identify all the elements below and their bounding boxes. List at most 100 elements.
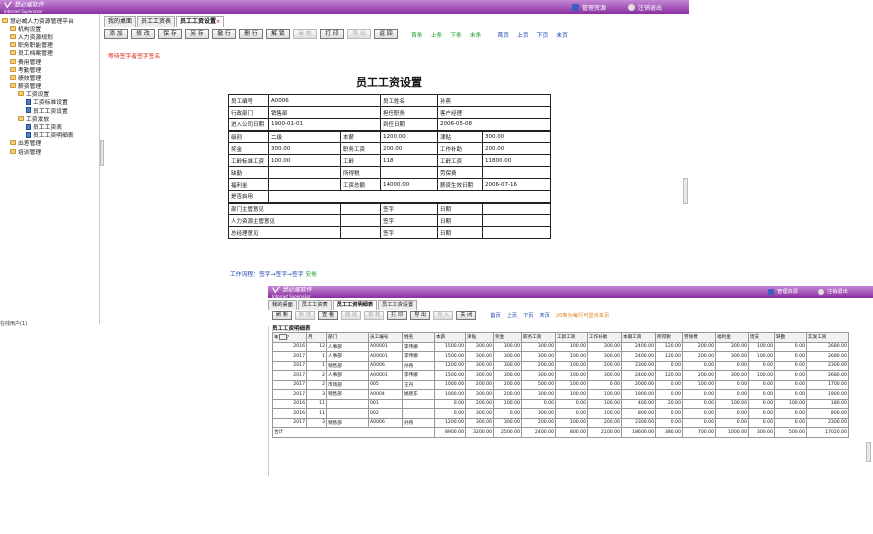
detail-page-nav-link[interactable]: 首页 — [490, 312, 500, 319]
record-nav-link[interactable]: 末条 — [470, 30, 482, 39]
table-row[interactable]: 2016 11 001 0.00 200.00 100.00 0.00 0.00 100.00 4… — [272, 398, 849, 409]
detail-scroll-handle[interactable] — [866, 442, 871, 462]
total-field[interactable]: 14000.00 — [380, 178, 439, 191]
record-nav-link[interactable]: 上条 — [431, 30, 443, 39]
welfare-field[interactable] — [268, 178, 341, 191]
detail-tab-item[interactable]: 员工工资明细表 — [332, 300, 378, 310]
enabled-field[interactable] — [267, 190, 552, 203]
table-row[interactable]: 2017 2 市场部 005 王丹 1000.00 200.00 200.00 500.00 10… — [272, 379, 849, 390]
toolbar-button[interactable]: 返 回 — [374, 29, 398, 39]
column-header[interactable]: 所得税 — [655, 332, 683, 343]
table-row[interactable]: 2016 12 人事部 A00001 李伟娜 1500.00 300.00 300.00 300… — [272, 341, 849, 352]
column-header[interactable]: 员工编号 — [368, 332, 403, 343]
toolbar-button[interactable]: 另 存 — [185, 29, 209, 39]
detail-toolbar-button[interactable]: 关 闭 — [456, 311, 477, 320]
worksub-field[interactable]: 200.00 — [482, 142, 552, 155]
column-header[interactable]: 月 — [306, 332, 327, 343]
column-header[interactable]: 本期工资 — [621, 332, 656, 343]
table-row[interactable]: 2016 11 002 0.00 300.00 0.00 300.00 0.00 100.00 8… — [272, 408, 849, 419]
tab-item[interactable]: 员工工资设置× — [176, 16, 225, 27]
seniority-field[interactable]: 118 — [380, 154, 439, 167]
column-header[interactable]: 部门 — [326, 332, 369, 343]
seniority-pay-field[interactable]: 11800.00 — [482, 154, 552, 167]
toolbar-button[interactable]: 添 加 — [104, 29, 128, 39]
join-date-field[interactable]: 1900-01-01 — [267, 118, 382, 131]
column-header[interactable]: 工作补助 — [587, 332, 622, 343]
seniority-std-field[interactable]: 100.00 — [268, 154, 341, 167]
detail-tab-item[interactable]: 员工工资表 — [297, 300, 332, 310]
tab-item[interactable]: 我的桌面 — [104, 16, 137, 27]
emp-name-field[interactable]: 孙燕 — [437, 94, 552, 107]
sidebar-item[interactable]: 培训管理 — [2, 147, 74, 156]
table-row[interactable]: 2017 1 销售部 A0006 孙燕 1200.00 300.00 300.00 200.00… — [272, 360, 849, 371]
tax-field[interactable] — [380, 166, 439, 179]
bonus-field[interactable]: 300.00 — [268, 142, 341, 155]
grade-field[interactable]: 二级 — [268, 129, 341, 143]
column-header[interactable]: 职务工资 — [521, 332, 556, 343]
year-filter-select[interactable] — [278, 334, 287, 340]
arrive-date-field[interactable]: 2006-05-08 — [437, 118, 552, 131]
workflow-steps[interactable]: 签字→签字→签字 — [259, 272, 304, 278]
toolbar-button[interactable]: 修 改 — [131, 29, 155, 39]
right-scroll-handle[interactable] — [683, 178, 688, 204]
record-nav-link[interactable]: 下条 — [450, 30, 462, 39]
column-header[interactable]: 本薪 — [434, 332, 466, 343]
table-row[interactable]: 2017 3 销售部 A0006 孙燕 1200.00 300.00 300.00 200.00… — [272, 417, 849, 428]
toolbar-button[interactable]: 保 存 — [158, 29, 182, 39]
detail-toolbar-button[interactable]: 打 印 — [387, 311, 408, 320]
detail-tab-item[interactable]: 我的桌面 — [268, 300, 297, 310]
gm-date-field[interactable] — [482, 226, 552, 239]
detail-manage-resources-link[interactable]: 管理资源 — [768, 288, 798, 295]
detail-tab-item[interactable]: 员工工资设置 — [378, 300, 418, 310]
toolbar-button[interactable]: 撤 行 — [212, 29, 236, 39]
detail-page-nav-link[interactable]: 末页 — [539, 312, 549, 319]
column-header[interactable]: 劳保费 — [682, 332, 716, 343]
detail-toolbar-button[interactable]: 刷 新 — [272, 311, 293, 320]
column-header[interactable]: 工龄工资 — [555, 332, 588, 343]
dept-date-field[interactable] — [482, 201, 552, 215]
table-row[interactable]: 2017 3 销售部 A0004 姚晓东 1000.00 300.00 200.00 300.0… — [272, 389, 849, 400]
sidebar-splitter[interactable] — [100, 140, 104, 166]
record-nav-link[interactable]: 首条 — [411, 30, 423, 39]
emp-no-field[interactable]: A0006 — [267, 94, 382, 107]
duty-field[interactable]: 200.00 — [380, 142, 439, 155]
page-nav-link[interactable]: 下页 — [537, 30, 549, 39]
toolbar-button[interactable]: 删 行 — [239, 29, 263, 39]
toolbar-button[interactable]: 解 锁 — [266, 29, 290, 39]
dept-field[interactable]: 销售部 — [267, 106, 382, 119]
allow-field[interactable]: 300.00 — [482, 129, 552, 143]
manage-resources-link[interactable]: 管理资源 — [572, 3, 606, 12]
workflow-done[interactable]: 安卷 — [305, 272, 317, 278]
absence-field[interactable] — [268, 166, 341, 179]
column-header[interactable]: 年? — [272, 332, 307, 343]
logout-link[interactable]: 注销退出 — [628, 3, 662, 12]
column-header[interactable]: 姓名 — [402, 332, 435, 343]
page-nav-link[interactable]: 末页 — [556, 30, 568, 39]
tab-close-icon[interactable]: × — [216, 19, 220, 25]
column-header[interactable]: 奖金 — [493, 332, 522, 343]
base-field[interactable]: 1200.00 — [380, 129, 439, 143]
column-header[interactable]: 缺勤 — [774, 332, 807, 343]
toolbar-button[interactable]: 打 印 — [320, 29, 344, 39]
column-header[interactable]: 津贴 — [465, 332, 494, 343]
tab-item[interactable]: 员工工资表 — [137, 16, 176, 27]
hr-date-field[interactable] — [482, 214, 552, 227]
effective-date-field[interactable]: 2006-07-16 — [482, 178, 552, 191]
page-nav-link[interactable]: 上页 — [517, 30, 529, 39]
hr-opinion-field[interactable] — [339, 214, 382, 227]
gm-opinion-field[interactable] — [339, 226, 382, 239]
labor-field[interactable] — [482, 166, 552, 179]
detail-logout-link[interactable]: 注销退出 — [818, 288, 848, 295]
column-header[interactable]: 实发工资 — [806, 332, 849, 343]
detail-toolbar-button[interactable]: 查 看 — [318, 311, 339, 320]
detail-page-nav-link[interactable]: 上页 — [507, 312, 517, 319]
post-field[interactable]: 客户经理 — [437, 106, 552, 119]
column-header[interactable]: 借支 — [748, 332, 775, 343]
detail-page-nav-link[interactable]: 下页 — [523, 312, 533, 319]
column-header[interactable]: 福利金 — [715, 332, 749, 343]
page-nav-link[interactable]: 首页 — [497, 30, 509, 39]
table-row[interactable]: 2017 2 人事部 A00001 李伟娜 1500.00 300.00 300.00 300.… — [272, 370, 849, 381]
detail-toolbar-button[interactable]: 导 出 — [410, 311, 431, 320]
dept-opinion-field[interactable] — [339, 201, 381, 215]
table-row[interactable]: 2017 1 人事部 A00001 李伟娜 1500.00 300.00 300.00 300.… — [272, 351, 849, 362]
